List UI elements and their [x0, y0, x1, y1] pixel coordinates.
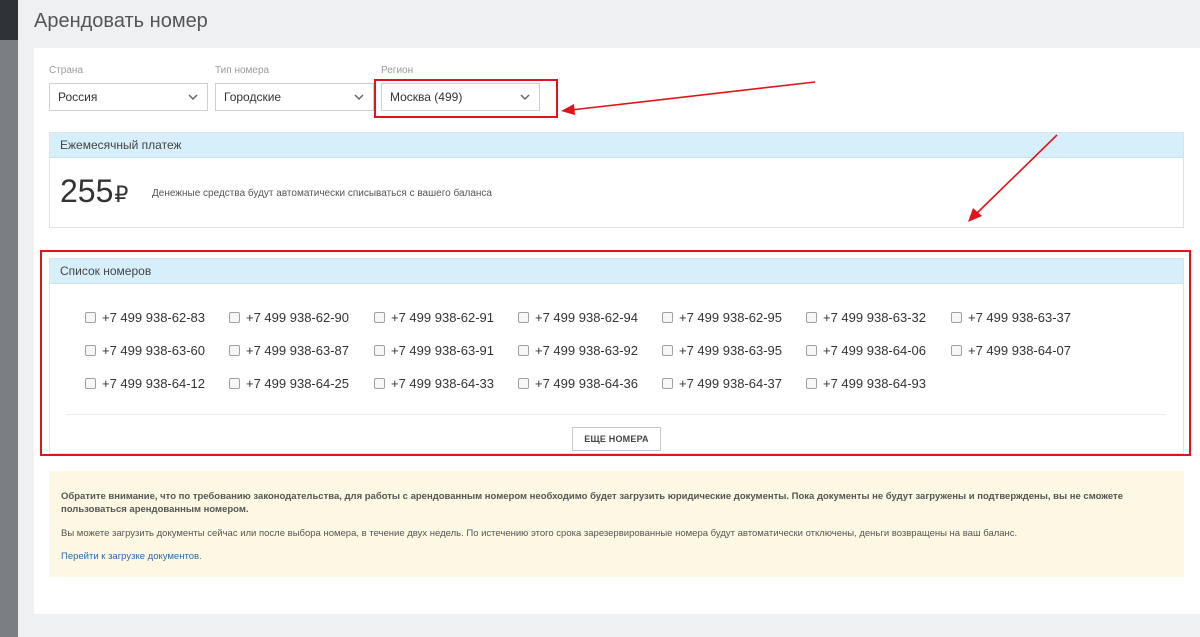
arrow-to-region — [570, 81, 816, 111]
arrow-head-icon — [561, 104, 575, 115]
annotation-arrows — [561, 81, 1058, 222]
arrow-to-numbers — [975, 134, 1058, 215]
